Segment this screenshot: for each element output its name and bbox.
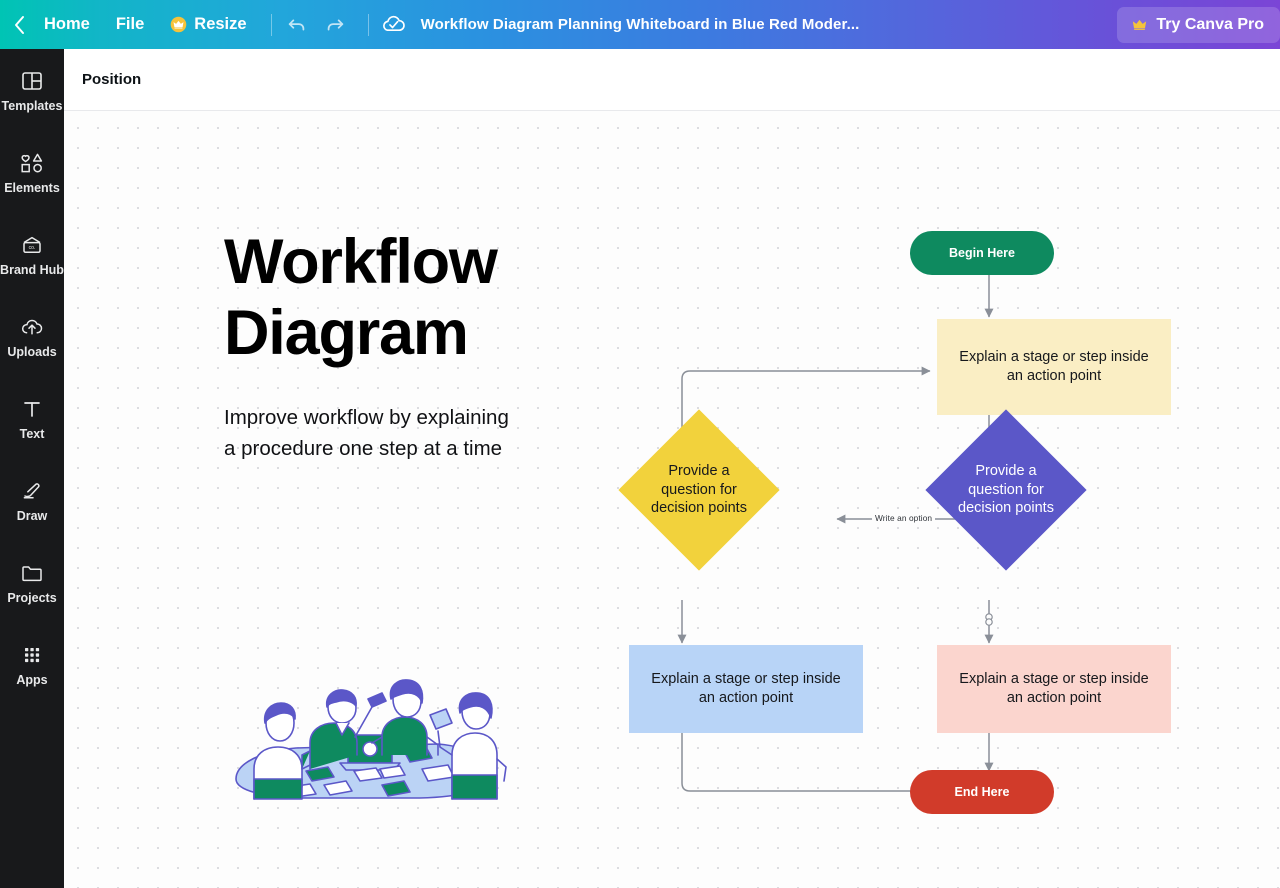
templates-icon [20,68,44,94]
topbar-right-group: Try Canva Pro [1117,6,1280,43]
file-menu-button[interactable]: File [106,9,154,40]
elements-icon [19,150,45,176]
sidebar-item-templates[interactable]: Templates [0,49,64,131]
node-label: Provide a question for decision points [958,462,1054,517]
edge-label-write-an-option: Write an option [872,513,936,523]
workflow-flowchart: Begin Here Explain a stage or step insid… [64,111,1280,888]
try-canva-pro-button[interactable]: Try Canva Pro [1117,6,1280,43]
resize-button[interactable]: Resize [160,9,256,40]
sidebar-item-label: Apps [16,672,48,687]
edge-label-text: Write an option [875,513,933,523]
node-begin-here[interactable]: Begin Here [910,231,1054,275]
sidebar-item-label: Text [19,426,45,441]
sidebar-item-label: Projects [7,590,57,605]
sidebar-item-label: Draw [16,508,48,523]
node-label: End Here [954,785,1010,799]
connector-handle-dots [985,613,993,626]
cloud-check-icon [383,15,405,32]
try-canva-pro-label: Try Canva Pro [1156,15,1264,33]
node-decision-right[interactable]: Provide a question for decision points [925,409,1087,576]
sidebar-item-projects[interactable]: Projects [0,541,64,623]
node-label: Begin Here [949,246,1015,260]
sidebar-item-label: Brand Hub [0,262,64,277]
draw-pen-icon [19,478,45,504]
redo-button[interactable] [316,6,354,44]
node-decision-left[interactable]: Provide a question for decision points [618,409,780,576]
apps-grid-icon [20,642,44,668]
sidebar-item-uploads[interactable]: Uploads [0,295,64,377]
sidebar-item-text[interactable]: Text [0,377,64,459]
sidebar-item-label: Elements [4,180,60,195]
node-label-wrap: Provide a question for decision points [614,405,784,575]
undo-button[interactable] [278,6,316,44]
sidebar-item-apps[interactable]: Apps [0,623,64,705]
node-label-wrap: Provide a question for decision points [921,405,1091,575]
brand-hub-icon: co. [19,232,45,258]
projects-folder-icon [19,560,45,586]
sidebar-item-label: Uploads [7,344,57,359]
sidebar-item-draw[interactable]: Draw [0,459,64,541]
node-label: Provide a question for decision points [651,462,747,517]
home-button[interactable]: Home [34,9,100,40]
redo-icon [327,19,343,30]
sidebar-item-elements[interactable]: Elements [0,131,64,213]
save-status-button[interactable] [375,6,413,44]
svg-text:co.: co. [29,245,36,251]
node-action-right[interactable]: Explain a stage or step inside an action… [937,645,1171,733]
undo-icon [288,19,304,30]
node-action-top[interactable]: Explain a stage or step inside an action… [937,319,1171,415]
node-action-left[interactable]: Explain a stage or step inside an action… [629,645,863,733]
home-label: Home [44,15,90,33]
uploads-cloud-icon [19,314,45,340]
node-label: Explain a stage or step inside an action… [959,670,1149,706]
top-bar: Home File Resize Workflow Diagram Planni… [0,0,1280,49]
toolbar-divider-2 [367,13,369,36]
canva-editor-window: Home File Resize Workflow Diagram Planni… [0,0,1280,888]
position-button[interactable]: Position [70,63,153,96]
crown-icon [170,16,187,33]
resize-label: Resize [194,15,247,33]
connector-action-left-to-end [681,732,920,796]
node-label: Explain a stage or step inside an action… [959,348,1149,384]
context-toolbar: Position [64,49,1280,111]
file-label: File [115,15,145,33]
text-icon [20,396,44,422]
node-end-here[interactable]: End Here [910,770,1054,814]
sidebar-item-label: Templates [1,98,63,113]
chevron-left-icon [14,15,24,34]
design-canvas[interactable]: Workflow Diagram Improve workflow by exp… [64,111,1280,888]
back-button[interactable] [6,0,32,49]
crown-icon [1133,19,1147,30]
left-sidebar: Templates Elements co. Brand Hub Uploads… [0,49,64,888]
toolbar-divider [270,13,272,36]
sidebar-item-brand-hub[interactable]: co. Brand Hub [0,213,64,295]
node-label: Explain a stage or step inside an action… [651,670,841,706]
